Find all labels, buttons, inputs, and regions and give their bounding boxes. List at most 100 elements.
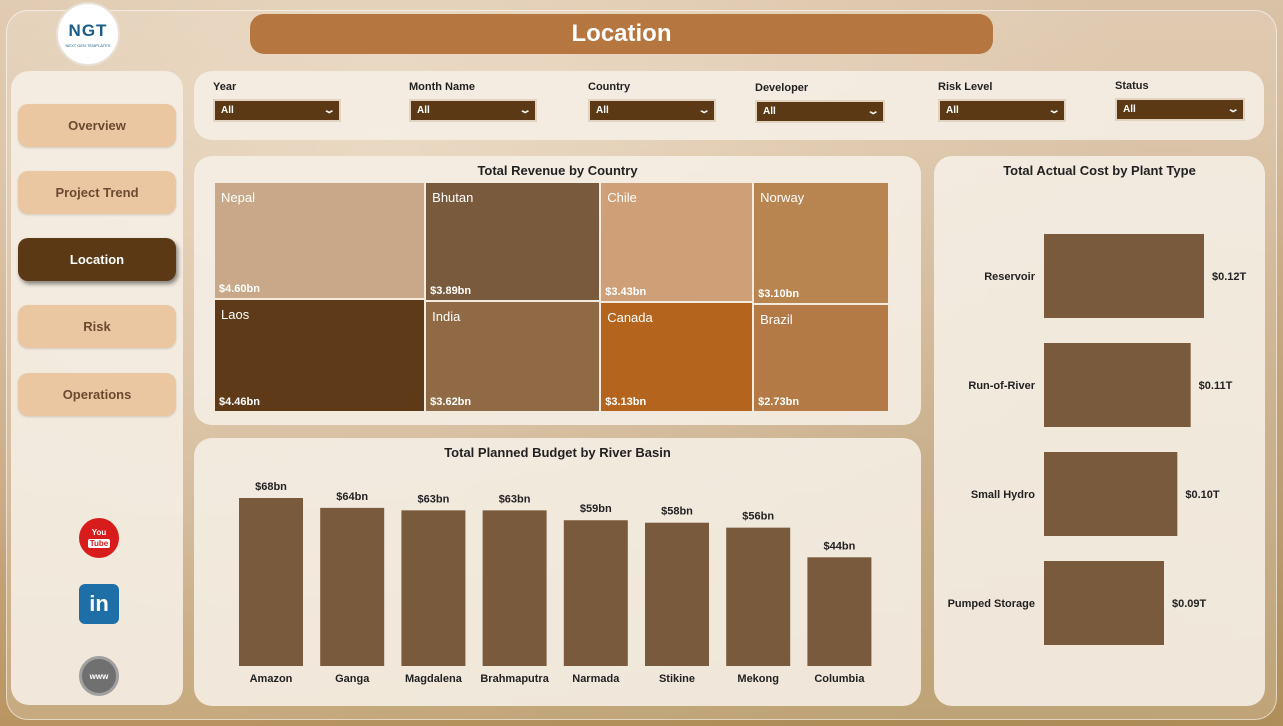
bar-value-label: $44bn [824, 540, 856, 552]
category-label: Reservoir [984, 271, 1035, 283]
tile-value: $4.60bn [219, 282, 260, 295]
filter-label: Year [213, 81, 237, 93]
tile-name: Bhutan [432, 190, 474, 205]
cost-bar-chart: Reservoir $0.12T Run-of-River $0.11T Small H… [948, 234, 1247, 645]
chevron-down-icon: ⌄ [1047, 105, 1061, 116]
tile-value: $3.89bn [430, 285, 472, 298]
developer-dropdown[interactable]: All ⌄ [755, 100, 885, 123]
bar-narmada[interactable] [563, 520, 628, 666]
risk-level-dropdown[interactable]: All ⌄ [938, 99, 1066, 122]
youtube-text-tube: Tube [87, 539, 111, 548]
revenue-by-country-panel: Total Revenue by Country Nepal $4.60bn Lao… [194, 156, 921, 425]
filter-label: Country [588, 81, 631, 93]
youtube-icon[interactable]: You Tube [79, 518, 119, 558]
youtube-text-you: You [91, 528, 107, 537]
filter-country: Country All ⌄ [588, 81, 716, 122]
bar-value-label: $58bn [661, 506, 693, 518]
tile-name: Laos [221, 306, 250, 322]
treemap-tile-laos[interactable]: Laos $4.46bn [215, 299, 425, 411]
nav-button-overview[interactable]: Overview [18, 104, 176, 147]
tile-value: $3.10bn [758, 288, 800, 301]
category-label: Pumped Storage [948, 598, 1035, 610]
linkedin-icon[interactable]: in [79, 584, 119, 624]
bar-value-label: $0.11T [1199, 380, 1233, 392]
treemap-tile-brazil[interactable]: Brazil $2.73bn [754, 305, 888, 411]
filter-label: Risk Level [938, 81, 993, 93]
treemap-tile-india[interactable]: India $3.62bn [426, 302, 600, 411]
dropdown-value: All [946, 105, 959, 116]
tile-name: Nepal [221, 190, 255, 205]
filter-risk-level: Risk Level All ⌄ [938, 81, 1066, 122]
tile-value: $2.73bn [758, 395, 800, 408]
nav-label: Risk [83, 319, 111, 334]
bar-pumped-storage[interactable] [1044, 561, 1164, 645]
month-name-dropdown[interactable]: All ⌄ [409, 99, 537, 122]
category-label: Stikine [659, 673, 695, 685]
logo-subtext: NEXT GEN TEMPLATES [65, 42, 111, 48]
chevron-down-icon: ⌄ [697, 105, 711, 116]
bar-mekong[interactable] [726, 527, 791, 666]
tile-value: $3.62bn [430, 395, 472, 408]
dropdown-value: All [1123, 104, 1136, 115]
filter-status: Status All ⌄ [1115, 80, 1245, 121]
logo: NGT NEXT GEN TEMPLATES [56, 2, 120, 66]
treemap-tile-norway[interactable]: Norway $3.10bn [754, 183, 888, 304]
category-label: Run-of-River [968, 380, 1035, 392]
bar-columbia[interactable] [807, 557, 872, 666]
dropdown-value: All [596, 105, 609, 116]
category-label: Mekong [737, 673, 779, 685]
bar-brahmaputra[interactable] [482, 510, 547, 666]
bar-magdalena[interactable] [401, 510, 466, 666]
category-label: Narmada [572, 673, 620, 685]
category-label: Ganga [335, 673, 370, 685]
country-dropdown[interactable]: All ⌄ [588, 99, 716, 122]
page-title-bar: Location [250, 14, 993, 54]
bar-reservoir[interactable] [1044, 234, 1204, 318]
dropdown-value: All [417, 105, 430, 116]
bar-stikine[interactable] [645, 522, 709, 666]
treemap-tile-canada[interactable]: Canada $3.13bn [601, 303, 753, 411]
status-dropdown[interactable]: All ⌄ [1115, 98, 1245, 121]
actual-cost-panel: Total Actual Cost by Plant Type Reservoi… [934, 156, 1265, 706]
dropdown-value: All [763, 106, 776, 117]
budget-bar-chart: $68bn Amazon $64bn Ganga $63bn Magdalena $63bn… [239, 481, 872, 685]
dropdown-value: All [221, 105, 234, 116]
year-dropdown[interactable]: All ⌄ [213, 99, 341, 122]
category-label: Amazon [250, 673, 293, 685]
category-label: Brahmaputra [480, 673, 549, 685]
logo-text: NGT [68, 20, 108, 40]
nav-button-project-trend[interactable]: Project Trend [18, 171, 176, 214]
nav-button-risk[interactable]: Risk [18, 305, 176, 348]
website-icon[interactable]: www [79, 656, 119, 696]
bar-value-label: $68bn [255, 481, 287, 493]
category-label: Columbia [814, 673, 865, 685]
category-label: Magdalena [405, 673, 463, 685]
tile-name: Brazil [760, 312, 793, 328]
treemap-tile-chile[interactable]: Chile $3.43bn [601, 183, 753, 302]
nav-button-location[interactable]: Location [18, 238, 176, 281]
nav-button-operations[interactable]: Operations [18, 373, 176, 416]
treemap-tile-bhutan[interactable]: Bhutan $3.89bn [426, 183, 600, 301]
filter-label: Developer [755, 82, 809, 94]
bar-amazon[interactable] [239, 498, 303, 666]
tile-name: Chile [607, 190, 637, 205]
bar-small-hydro[interactable] [1044, 452, 1178, 536]
planned-budget-panel: Total Planned Budget by River Basin $68b… [194, 438, 921, 706]
sidebar: Overview Project Trend Location Risk Ope… [11, 71, 183, 705]
bar-ganga[interactable] [320, 507, 385, 666]
linkedin-text: in [89, 591, 109, 616]
tile-value: $4.46bn [219, 395, 260, 408]
tile-name: Canada [607, 310, 653, 326]
nav-label: Location [69, 252, 125, 267]
treemap-tile-nepal[interactable]: Nepal $4.60bn [215, 183, 425, 298]
filter-month-name: Month Name All ⌄ [409, 81, 537, 122]
bar-run-of-river[interactable] [1044, 343, 1191, 427]
filter-year: Year All ⌄ [213, 81, 341, 122]
filter-developer: Developer All ⌄ [755, 82, 885, 123]
chevron-down-icon: ⌄ [518, 105, 532, 116]
bar-value-label: $59bn [580, 503, 612, 515]
website-text: www [89, 671, 109, 681]
nav-label: Project Trend [55, 185, 139, 200]
filter-bar: Year All ⌄ Month Name All ⌄ Country All … [194, 71, 1264, 140]
chevron-down-icon: ⌄ [866, 106, 880, 117]
